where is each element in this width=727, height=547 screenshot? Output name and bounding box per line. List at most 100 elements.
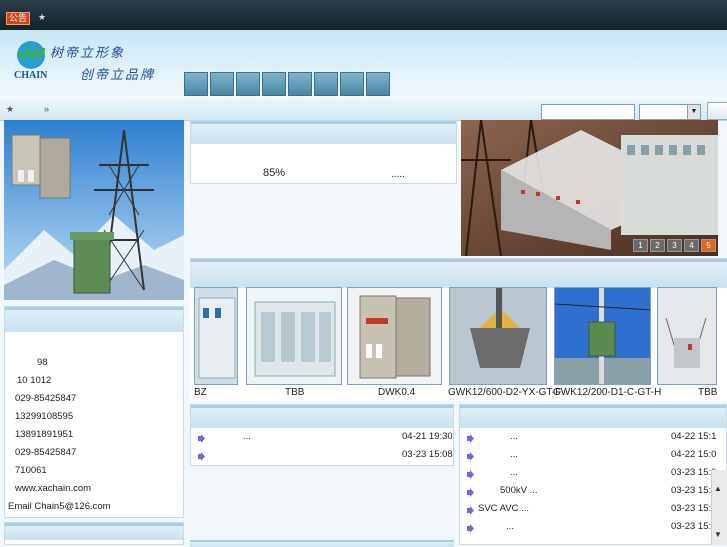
scroll-up-icon[interactable]: ▲ — [714, 484, 722, 493]
slide-page-2[interactable]: 2 — [650, 239, 665, 252]
news-title[interactable]: SVC AVC ... — [478, 503, 529, 514]
news-item[interactable]: ... 03-23 15:0 — [460, 521, 726, 539]
search-category-select[interactable]: ▼ — [639, 104, 701, 120]
contact-email[interactable]: Email Chain5@126.com — [8, 501, 111, 512]
search-input[interactable] — [541, 104, 635, 120]
slogan-line-1: 树帝立形象 — [50, 46, 126, 61]
news-date: 04-21 19:30 — [402, 431, 453, 442]
news-item[interactable]: ... 04-22 15:0 — [460, 449, 726, 467]
news-panel-industry: ... 04-22 15:1 ... 04-22 15:0 ... 03-23 … — [459, 404, 727, 545]
arrow-bullet-icon — [467, 506, 474, 515]
news-date: 03-23 15:0 — [671, 485, 717, 496]
intro-panel: 85% ..... — [190, 120, 457, 184]
nav-tab[interactable] — [236, 72, 260, 96]
left-bottom-panel-header — [5, 523, 183, 540]
home-link[interactable]: ★ — [6, 104, 14, 115]
contact-address: 98 — [37, 357, 48, 368]
intro-more-link[interactable]: ..... — [391, 169, 405, 180]
contact-mobile-2: 13891891951 — [15, 429, 74, 440]
news-title[interactable]: ... — [510, 431, 518, 442]
product-label-tbb-2[interactable]: TBB — [698, 387, 717, 398]
switchgear-banner-image — [461, 120, 718, 256]
chain-logo-icon[interactable] — [14, 40, 48, 70]
intro-panel-header — [191, 121, 456, 144]
arrow-bullet-icon — [198, 452, 205, 461]
news-title[interactable]: ... — [506, 521, 514, 532]
banner-slideshow[interactable]: 1 2 3 4 5 — [461, 120, 718, 256]
news-title[interactable]: ... — [243, 431, 251, 442]
announcement-text[interactable]: ★ — [38, 12, 46, 23]
chevron-down-icon[interactable]: ▼ — [687, 105, 700, 119]
news-title[interactable]: ... — [510, 449, 518, 460]
news-panel-company-header — [191, 405, 453, 428]
top-bar: 公告 ★ — [0, 0, 727, 30]
contact-postcode: 710061 — [15, 465, 47, 476]
news-item[interactable]: ... 04-22 15:1 — [460, 431, 726, 449]
news-date: 04-22 15:1 — [671, 431, 717, 442]
news-date: 03-23 15:08 — [402, 449, 453, 460]
news-item[interactable]: ... 03-23 15:0 — [460, 467, 726, 485]
slide-page-5[interactable]: 5 — [701, 239, 716, 252]
arrow-bullet-icon — [467, 470, 474, 479]
news-item[interactable]: ... 04-21 19:30 — [191, 431, 453, 449]
bottom-panel-header — [190, 540, 454, 547]
page-scrollbar[interactable]: ▲ ▼ — [711, 470, 727, 545]
contact-phone: 029-85425847 — [15, 393, 77, 404]
news-item[interactable]: 03-23 15:08 — [191, 449, 453, 467]
news-date: 03-23 15:0 — [671, 503, 717, 514]
arrow-bullet-icon — [467, 524, 474, 533]
announcement-badge[interactable]: 公告 — [6, 12, 31, 25]
slide-page-1[interactable]: 1 — [633, 239, 648, 252]
slogan-line-2: 创帝立品牌 — [80, 68, 156, 83]
product-label-dwk[interactable]: DWK0.4 — [378, 387, 415, 398]
news-title[interactable]: 500kV ... — [500, 485, 538, 496]
product-thumb-dwk[interactable] — [347, 287, 442, 385]
news-item[interactable]: SVC AVC ... 03-23 15:0 — [460, 503, 726, 521]
product-label-gwk-600[interactable]: GWK12/600-D2-YX-GT-F — [448, 387, 561, 398]
nav-tab[interactable] — [340, 72, 364, 96]
site-header: CHAIN 树帝立形象 创帝立品牌 — [0, 30, 727, 100]
news-date: 03-23 15:0 — [671, 521, 717, 532]
product-thumb-tbb-2[interactable] — [657, 287, 717, 385]
product-gallery: BZ TBB DWK0.4 GWK12/600-D2-YX-GT-F GWK12… — [190, 258, 727, 401]
left-bottom-panel — [4, 522, 184, 545]
contact-mobile-1: 13299108595 — [15, 411, 74, 422]
nav-tab[interactable] — [288, 72, 312, 96]
contact-website[interactable]: www.xachain.com — [15, 483, 91, 494]
scroll-down-icon[interactable]: ▼ — [714, 530, 722, 539]
intro-percent: 85% — [263, 167, 286, 179]
product-label-bz[interactable]: BZ — [194, 387, 207, 398]
product-thumb-gwk-600[interactable] — [449, 287, 547, 385]
product-thumb-gwk-200[interactable] — [554, 287, 651, 385]
nav-tab[interactable] — [314, 72, 338, 96]
contact-panel: 98 10 1012 029-85425847 13299108595 1389… — [4, 306, 184, 518]
arrow-bullet-icon — [467, 434, 474, 443]
cabinet-tower-photo — [4, 120, 184, 300]
product-label-gwk-200[interactable]: GWK12/200-D1-C-GT-H — [553, 387, 661, 398]
contact-panel-header — [5, 307, 183, 332]
news-panel-company: ... 04-21 19:30 03-23 15:08 — [190, 404, 454, 466]
nav-tab[interactable] — [262, 72, 286, 96]
search-button[interactable] — [707, 102, 727, 120]
main-nav — [184, 72, 390, 96]
breadcrumb-separator: » — [44, 104, 50, 114]
slide-page-4[interactable]: 4 — [684, 239, 699, 252]
arrow-bullet-icon — [467, 452, 474, 461]
news-date: 03-23 15:0 — [671, 467, 717, 478]
nav-tab[interactable] — [210, 72, 234, 96]
contact-address-2: 10 1012 — [17, 375, 52, 386]
logo-text[interactable]: CHAIN — [14, 70, 47, 81]
news-item[interactable]: 500kV ... 03-23 15:0 — [460, 485, 726, 503]
nav-tab[interactable] — [184, 72, 208, 96]
nav-tab[interactable] — [366, 72, 390, 96]
news-date: 04-22 15:0 — [671, 449, 717, 460]
slide-page-3[interactable]: 3 — [667, 239, 682, 252]
product-gallery-header — [190, 259, 727, 288]
contact-fax: 029-85425847 — [15, 447, 77, 458]
product-label-tbb[interactable]: TBB — [285, 387, 304, 398]
arrow-bullet-icon — [467, 488, 474, 497]
news-title[interactable]: ... — [510, 467, 518, 478]
arrow-bullet-icon — [198, 434, 205, 443]
product-thumb-tbb[interactable] — [246, 287, 342, 385]
product-thumb-bz[interactable] — [194, 287, 238, 385]
